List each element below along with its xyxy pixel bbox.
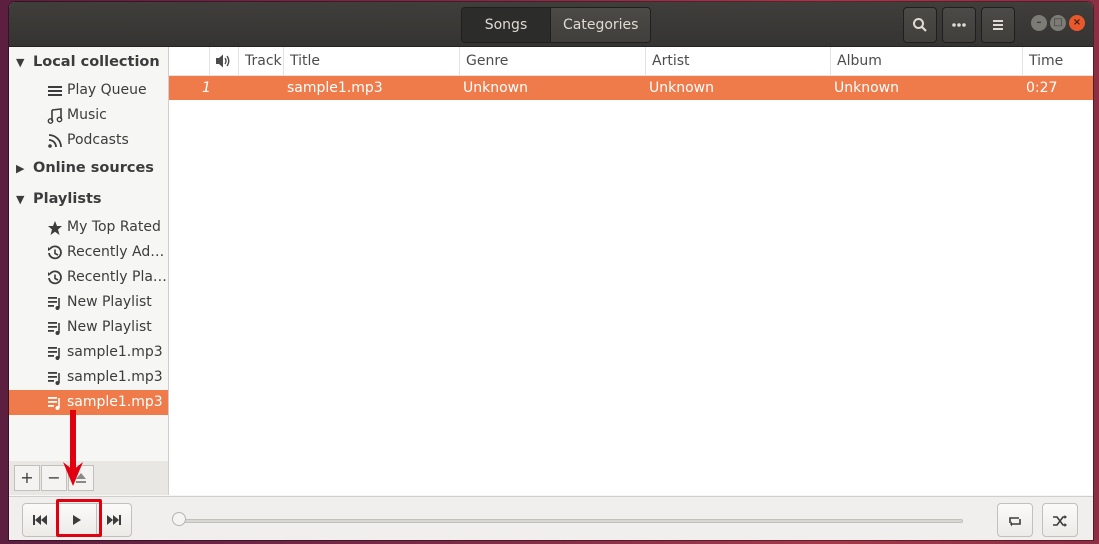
sidebar-item-playlist-selected[interactable]: sample1.mp3 (9, 390, 168, 415)
sidebar-item-my-top-rated[interactable]: My Top Rated (9, 215, 168, 240)
playlist-menu-button[interactable] (68, 465, 94, 491)
column-header-title[interactable]: Title (284, 47, 460, 75)
speaker-icon (216, 54, 230, 68)
more-button[interactable] (942, 7, 976, 43)
search-icon (913, 18, 927, 32)
view-switcher: Songs Categories (461, 7, 652, 43)
tab-categories[interactable]: Categories (550, 8, 651, 42)
column-header-track[interactable]: Track (239, 47, 284, 75)
sidebar-item-recently-played[interactable]: Recently Pla… (9, 265, 168, 290)
section-local-collection[interactable]: ▼ Local collection (9, 50, 168, 75)
seek-bar[interactable] (179, 519, 963, 523)
search-button[interactable] (903, 7, 937, 43)
playlist-icon (48, 322, 60, 335)
track-list: Track Title Genre Artist Album Time 1 sa… (169, 47, 1093, 495)
track-time: 0:27 (1026, 80, 1058, 96)
sidebar-toolbar: + − (9, 461, 168, 495)
expanded-arrow-icon: ▼ (16, 193, 25, 206)
previous-button[interactable] (22, 503, 58, 537)
table-row[interactable]: 1 sample1.mp3 Unknown Unknown Unknown 0:… (169, 76, 1093, 100)
column-header-artist[interactable]: Artist (646, 47, 831, 75)
track-genre: Unknown (463, 80, 528, 96)
sidebar-item-playlist[interactable]: New Playlist (9, 315, 168, 340)
expanded-arrow-icon: ▼ (16, 56, 25, 69)
column-header-album[interactable]: Album (831, 47, 1023, 75)
section-online-sources[interactable]: ▶ Online sources (9, 156, 168, 181)
column-header-playing[interactable] (210, 47, 239, 75)
track-artist: Unknown (649, 80, 714, 96)
track-number: 1 (202, 80, 211, 96)
playlist-icon (48, 372, 60, 385)
playlist-icon (48, 347, 60, 360)
next-track-icon (107, 515, 121, 525)
track-album: Unknown (834, 80, 899, 96)
eject-icon (76, 473, 86, 483)
sidebar-item-playlist[interactable]: New Playlist (9, 290, 168, 315)
column-header-time[interactable]: Time (1023, 47, 1093, 75)
header-bar: Songs Categories – □ × (9, 2, 1093, 47)
window-controls: – □ × (1031, 15, 1085, 31)
sidebar-item-playlist[interactable]: sample1.mp3 (9, 340, 168, 365)
hamburger-icon (993, 20, 1003, 30)
seek-handle[interactable] (172, 512, 186, 526)
track-title: sample1.mp3 (287, 80, 383, 96)
sidebar-item-play-queue[interactable]: Play Queue (9, 78, 168, 103)
column-header-number[interactable] (169, 47, 210, 75)
menu-button[interactable] (981, 7, 1015, 43)
history-icon (48, 270, 62, 285)
list-icon (48, 86, 62, 96)
sidebar-item-playlist[interactable]: sample1.mp3 (9, 365, 168, 390)
rhythmbox-window: Songs Categories – □ × ▼ Local collectio… (9, 2, 1093, 540)
music-note-icon (47, 108, 63, 124)
ellipsis-icon (952, 23, 966, 27)
previous-track-icon (33, 515, 47, 525)
section-playlists[interactable]: ▼ Playlists (9, 187, 168, 212)
add-playlist-button[interactable]: + (14, 465, 40, 491)
track-track (245, 76, 285, 100)
play-button-highlight (56, 499, 102, 537)
sidebar-item-music[interactable]: Music (9, 103, 168, 128)
star-icon (48, 221, 62, 235)
shuffle-icon (1053, 515, 1067, 527)
column-header-genre[interactable]: Genre (460, 47, 646, 75)
sidebar-item-podcasts[interactable]: Podcasts (9, 128, 168, 153)
collapsed-arrow-icon: ▶ (16, 162, 25, 175)
rss-feed-icon (48, 134, 62, 148)
sidebar-item-recently-added[interactable]: Recently Ad… (9, 240, 168, 265)
playlist-icon (48, 297, 60, 310)
repeat-icon (1009, 517, 1021, 527)
tab-songs[interactable]: Songs (462, 8, 550, 42)
sidebar: ▼ Local collection Play Queue Music Podc… (9, 47, 169, 495)
maximize-icon[interactable]: □ (1050, 15, 1066, 31)
shuffle-button[interactable] (1042, 503, 1078, 537)
playlist-icon (48, 397, 60, 410)
column-headers: Track Title Genre Artist Album Time (169, 47, 1093, 76)
close-icon[interactable]: × (1069, 15, 1085, 31)
minimize-icon[interactable]: – (1031, 15, 1047, 31)
remove-playlist-button[interactable]: − (41, 465, 67, 491)
repeat-button[interactable] (997, 503, 1033, 537)
history-icon (48, 245, 62, 260)
